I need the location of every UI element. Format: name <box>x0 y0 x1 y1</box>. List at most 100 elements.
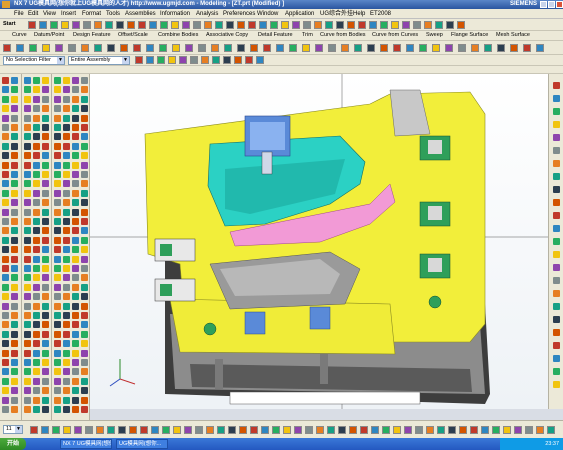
palette-tool-icon[interactable] <box>63 255 70 263</box>
palette-tool-icon[interactable] <box>72 246 79 254</box>
toolbar-button-icon[interactable] <box>248 21 256 29</box>
palette-tool-icon[interactable] <box>72 218 79 225</box>
palette-tool-icon[interactable] <box>33 312 40 319</box>
resource-tab-icon[interactable] <box>553 342 560 349</box>
palette-tool-icon[interactable] <box>63 387 70 395</box>
toolbar-button-icon[interactable] <box>94 21 102 29</box>
view-tool-icon[interactable] <box>382 426 390 434</box>
palette-tool-icon[interactable] <box>2 406 9 413</box>
view-tool-icon[interactable] <box>316 426 324 434</box>
resource-tab-icon[interactable] <box>553 381 560 388</box>
edit-tool-icon[interactable] <box>302 44 310 52</box>
resource-tab-icon[interactable] <box>553 355 560 362</box>
palette-tool-icon[interactable] <box>24 124 31 131</box>
palette-tool-icon[interactable] <box>42 302 49 310</box>
palette-tool-icon[interactable] <box>72 330 79 338</box>
menu-file[interactable]: File <box>14 9 24 19</box>
palette-tool-icon[interactable] <box>2 152 9 160</box>
palette-tool-icon[interactable] <box>11 330 18 338</box>
scope-dropdown[interactable]: Entire Assembly ▼ <box>68 56 130 65</box>
palette-tool-icon[interactable] <box>11 255 18 263</box>
view-tool-icon[interactable] <box>140 426 148 434</box>
tool-combine-bodies[interactable]: Combine Bodies <box>158 31 198 40</box>
palette-tool-icon[interactable] <box>42 86 49 94</box>
palette-tool-icon[interactable] <box>42 368 49 376</box>
tool-trim[interactable]: Trim <box>302 31 313 40</box>
resource-tab-icon[interactable] <box>553 121 560 128</box>
edit-tool-icon[interactable] <box>484 44 492 52</box>
palette-tool-icon[interactable] <box>11 349 18 357</box>
view-tool-icon[interactable] <box>349 426 357 434</box>
toolbar-button-icon[interactable] <box>369 21 377 29</box>
palette-tool-icon[interactable] <box>72 124 79 131</box>
edit-tool-icon[interactable] <box>380 44 388 52</box>
palette-tool-icon[interactable] <box>72 114 79 122</box>
tool-offset-scale[interactable]: Offset/Scale <box>118 31 148 40</box>
palette-tool-icon[interactable] <box>63 124 70 131</box>
palette-tool-icon[interactable] <box>72 227 79 235</box>
view-tool-icon[interactable] <box>283 426 291 434</box>
palette-tool-icon[interactable] <box>2 312 9 319</box>
palette-tool-icon[interactable] <box>24 265 31 272</box>
palette-tool-icon[interactable] <box>81 349 88 357</box>
palette-tool-icon[interactable] <box>63 133 70 141</box>
resource-tab-icon[interactable] <box>553 303 560 310</box>
palette-tool-icon[interactable] <box>63 77 70 84</box>
palette-tool-icon[interactable] <box>33 274 40 282</box>
palette-tool-icon[interactable] <box>33 77 40 84</box>
view-tool-icon[interactable] <box>30 426 38 434</box>
palette-tool-icon[interactable] <box>42 161 49 169</box>
palette-tool-icon[interactable] <box>72 406 79 413</box>
toolbar-button-icon[interactable] <box>83 21 91 29</box>
resource-tab-icon[interactable] <box>553 95 560 102</box>
toolbar-button-icon[interactable] <box>435 21 443 29</box>
palette-tool-icon[interactable] <box>72 142 79 150</box>
palette-tool-icon[interactable] <box>81 377 88 385</box>
palette-tool-icon[interactable] <box>72 95 79 103</box>
toolbar-button-icon[interactable] <box>446 21 454 29</box>
palette-tool-icon[interactable] <box>2 227 9 235</box>
edit-tool-icon[interactable] <box>497 44 505 52</box>
palette-tool-icon[interactable] <box>24 377 31 385</box>
palette-tool-icon[interactable] <box>63 274 70 282</box>
palette-tool-icon[interactable] <box>42 246 49 254</box>
palette-tool-icon[interactable] <box>24 152 31 160</box>
palette-tool-icon[interactable] <box>11 199 18 207</box>
view-tool-icon[interactable] <box>228 426 236 434</box>
palette-tool-icon[interactable] <box>42 227 49 235</box>
palette-tool-icon[interactable] <box>2 274 9 282</box>
toolbar-button-icon[interactable] <box>182 21 190 29</box>
snap-tool-icon[interactable] <box>201 56 209 64</box>
palette-tool-icon[interactable] <box>11 368 18 376</box>
edit-tool-icon[interactable] <box>367 44 375 52</box>
palette-tool-icon[interactable] <box>81 152 88 160</box>
palette-tool-icon[interactable] <box>63 114 70 122</box>
edit-tool-icon[interactable] <box>354 44 362 52</box>
palette-tool-icon[interactable] <box>42 124 49 131</box>
palette-tool-icon[interactable] <box>11 312 18 319</box>
palette-tool-icon[interactable] <box>63 236 70 244</box>
view-tool-icon[interactable] <box>217 426 225 434</box>
palette-tool-icon[interactable] <box>2 255 9 263</box>
palette-tool-icon[interactable] <box>54 86 61 94</box>
palette-tool-icon[interactable] <box>24 77 31 84</box>
palette-tool-icon[interactable] <box>63 265 70 272</box>
palette-tool-icon[interactable] <box>11 142 18 150</box>
tool-detail-feature[interactable]: Detail Feature <box>258 31 293 40</box>
toolbar-button-icon[interactable] <box>138 21 146 29</box>
palette-tool-icon[interactable] <box>33 133 40 141</box>
palette-tool-icon[interactable] <box>24 340 31 348</box>
resource-tab-icon[interactable] <box>553 212 560 219</box>
resource-tab-icon[interactable] <box>553 251 560 258</box>
palette-tool-icon[interactable] <box>63 95 70 103</box>
toolbar-button-icon[interactable] <box>116 21 124 29</box>
view-tool-icon[interactable] <box>118 426 126 434</box>
palette-tool-icon[interactable] <box>33 368 40 376</box>
palette-tool-icon[interactable] <box>2 349 9 357</box>
palette-tool-icon[interactable] <box>54 227 61 235</box>
palette-tool-icon[interactable] <box>42 236 49 244</box>
resource-tab-icon[interactable] <box>553 225 560 232</box>
palette-tool-icon[interactable] <box>33 142 40 150</box>
palette-tool-icon[interactable] <box>33 218 40 225</box>
view-tool-icon[interactable] <box>63 426 71 434</box>
